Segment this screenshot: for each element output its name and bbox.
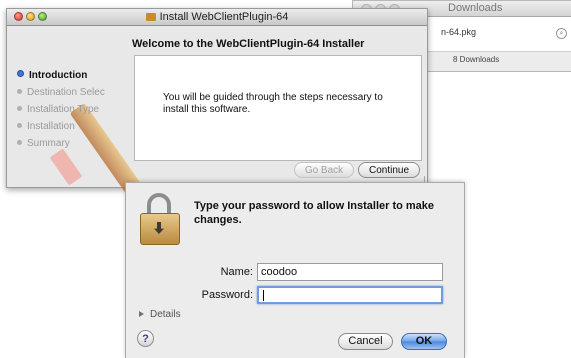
downloads-count: 8 Downloads (453, 55, 500, 64)
step-indicator-icon (17, 123, 22, 128)
go-back-button[interactable]: Go Back (294, 162, 354, 178)
reveal-in-finder-icon[interactable]: ⌕ (556, 28, 567, 39)
auth-message: Type your password to allow Installer to… (194, 200, 435, 226)
password-label: Password: (201, 289, 253, 301)
step-label: Introduction (29, 70, 88, 81)
step-destination-select: Destination Selec (17, 87, 105, 98)
step-indicator-icon (17, 106, 22, 111)
eraser-image (49, 148, 83, 186)
download-file-name: n-64.pkg (441, 27, 477, 37)
step-indicator-icon (17, 140, 22, 145)
step-label: Installation (27, 121, 75, 132)
installer-window: Install WebClientPlugin-64 Welcome to th… (6, 8, 428, 212)
ok-button[interactable]: OK (401, 333, 447, 350)
name-label: Name: (220, 266, 253, 278)
package-icon (145, 13, 156, 21)
step-label: Summary (27, 138, 70, 149)
step-indicator-icon (17, 89, 22, 94)
step-installation-type: Installation Type (17, 104, 99, 115)
installer-content-pane: You will be guided through the steps nec… (134, 55, 422, 161)
step-label: Destination Selec (27, 87, 105, 98)
installer-title-text: Install WebClientPlugin-64 (159, 11, 289, 23)
help-button[interactable]: ? (137, 330, 154, 347)
step-introduction: Introduction (17, 70, 87, 81)
installer-message: You will be guided through the steps nec… (163, 92, 383, 115)
authentication-dialog: Type your password to allow Installer to… (125, 182, 465, 358)
step-indicator-icon (17, 70, 24, 77)
lock-icon (138, 193, 182, 245)
details-disclosure[interactable]: Details (139, 309, 181, 320)
installer-steps: Introduction Destination Selec Installat… (7, 59, 154, 212)
installer-titlebar: Install WebClientPlugin-64 (7, 9, 427, 26)
installer-title: Install WebClientPlugin-64 (7, 11, 427, 23)
text-caret (263, 290, 264, 301)
installer-heading: Welcome to the WebClientPlugin-64 Instal… (132, 38, 365, 50)
continue-button[interactable]: Continue (358, 162, 420, 178)
step-label: Installation Type (27, 104, 100, 115)
name-field[interactable] (257, 263, 443, 281)
disclosure-triangle-icon[interactable] (139, 311, 144, 317)
password-field[interactable] (257, 286, 443, 304)
details-label: Details (150, 309, 181, 320)
cancel-button[interactable]: Cancel (338, 333, 393, 350)
step-installation: Installation (17, 121, 75, 132)
step-summary: Summary (17, 138, 70, 149)
downloads-title: Downloads (448, 2, 503, 14)
